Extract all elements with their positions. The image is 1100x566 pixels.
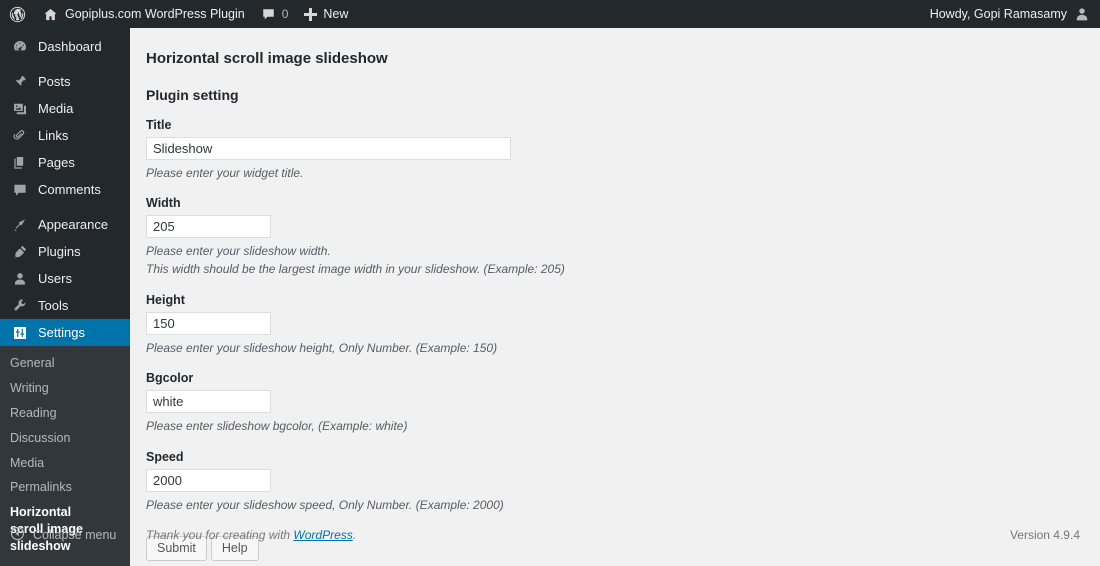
appearance-brush-icon: [10, 216, 30, 234]
submenu-item-general[interactable]: General: [0, 351, 130, 376]
site-name-label: Gopiplus.com WordPress Plugin: [65, 8, 245, 21]
sidebar-item-dashboard[interactable]: Dashboard: [0, 33, 130, 60]
admin-bar-spacer: [356, 0, 929, 28]
collapse-menu-button[interactable]: Collapse menu: [0, 520, 130, 550]
sidebar-item-label: Appearance: [38, 218, 108, 231]
sidebar-item-pages[interactable]: Pages: [0, 149, 130, 176]
sidebar-item-plugins[interactable]: Plugins: [0, 238, 130, 265]
footer-thanks: Thank you for creating with WordPress.: [146, 528, 356, 542]
comments-menu[interactable]: 0: [253, 0, 297, 28]
footer-thanks-suffix: .: [353, 528, 356, 542]
field-label-bgcolor: Bgcolor: [146, 371, 1080, 386]
field-title: Title Please enter your widget title.: [146, 118, 1080, 182]
field-hint-width-1: Please enter your slideshow width.: [146, 243, 1080, 260]
new-content-menu[interactable]: New: [296, 0, 356, 28]
width-input[interactable]: [146, 215, 271, 238]
field-hint-title: Please enter your widget title.: [146, 165, 1080, 182]
admin-footer: Thank you for creating with WordPress. V…: [130, 520, 1100, 550]
field-hint-speed: Please enter your slideshow speed, Only …: [146, 497, 1080, 514]
speed-input[interactable]: [146, 469, 271, 492]
user-avatar-icon: [1074, 6, 1090, 22]
sidebar-item-links[interactable]: Links: [0, 122, 130, 149]
field-hint-bgcolor: Please enter slideshow bgcolor, (Example…: [146, 418, 1080, 435]
section-title: Plugin setting: [146, 86, 1080, 104]
media-icon: [10, 100, 30, 118]
sidebar-item-settings[interactable]: Settings: [0, 319, 130, 346]
sidebar-item-appearance[interactable]: Appearance: [0, 211, 130, 238]
admin-sidebar-menu: Dashboard Posts Media Links Pages Commen…: [0, 28, 130, 550]
submenu-item-permalinks[interactable]: Permalinks: [0, 475, 130, 500]
title-input[interactable]: [146, 137, 511, 160]
field-bgcolor: Bgcolor Please enter slideshow bgcolor, …: [146, 371, 1080, 435]
field-hint-width-2: This width should be the largest image w…: [146, 261, 1080, 278]
sidebar-item-label: Posts: [38, 75, 71, 88]
wordpress-logo-icon: [9, 6, 26, 23]
users-icon: [10, 270, 30, 288]
tools-wrench-icon: [10, 297, 30, 315]
comment-icon: [10, 181, 30, 199]
main-content-area: Horizontal scroll image slideshow Plugin…: [130, 28, 1100, 550]
bgcolor-input[interactable]: [146, 390, 271, 413]
sidebar-item-media[interactable]: Media: [0, 95, 130, 122]
sidebar-separator: [0, 203, 130, 211]
height-input[interactable]: [146, 312, 271, 335]
pin-icon: [10, 73, 30, 91]
sidebar-item-label: Pages: [38, 156, 75, 169]
settings-form: Horizontal scroll image slideshow Plugin…: [130, 28, 1100, 561]
page-title: Horizontal scroll image slideshow: [146, 49, 1080, 69]
sidebar-item-comments[interactable]: Comments: [0, 176, 130, 203]
admin-bar: Gopiplus.com WordPress Plugin 0 New Howd…: [0, 0, 1100, 28]
field-label-speed: Speed: [146, 450, 1080, 465]
field-width: Width Please enter your slideshow width.…: [146, 196, 1080, 279]
howdy-label: Howdy, Gopi Ramasamy: [930, 7, 1067, 21]
field-label-height: Height: [146, 293, 1080, 308]
field-hint-height: Please enter your slideshow height, Only…: [146, 340, 1080, 357]
submenu-item-writing[interactable]: Writing: [0, 376, 130, 401]
sidebar-item-label: Dashboard: [38, 40, 102, 53]
submenu-item-reading[interactable]: Reading: [0, 401, 130, 426]
plus-icon: [304, 8, 317, 21]
field-speed: Speed Please enter your slideshow speed,…: [146, 450, 1080, 514]
sidebar-item-label: Settings: [38, 326, 85, 339]
footer-thanks-prefix: Thank you for creating with: [146, 528, 293, 542]
wordpress-link[interactable]: WordPress: [293, 528, 352, 542]
settings-sliders-icon: [10, 324, 30, 342]
plugins-plug-icon: [10, 243, 30, 261]
site-name-menu[interactable]: Gopiplus.com WordPress Plugin: [35, 0, 253, 28]
sidebar-item-tools[interactable]: Tools: [0, 292, 130, 319]
field-height: Height Please enter your slideshow heigh…: [146, 293, 1080, 357]
my-account-menu[interactable]: Howdy, Gopi Ramasamy: [930, 0, 1100, 28]
collapse-menu-label: Collapse menu: [33, 528, 116, 542]
submenu-item-discussion[interactable]: Discussion: [0, 426, 130, 451]
wp-version-label: Version 4.9.4: [1010, 528, 1080, 542]
submenu-item-media[interactable]: Media: [0, 451, 130, 476]
comments-count: 0: [282, 7, 289, 21]
pages-icon: [10, 154, 30, 172]
wordpress-logo-menu[interactable]: [0, 0, 35, 28]
field-label-width: Width: [146, 196, 1080, 211]
home-icon: [43, 7, 58, 22]
sidebar-item-posts[interactable]: Posts: [0, 68, 130, 95]
sidebar-item-label: Comments: [38, 183, 101, 196]
new-label: New: [323, 8, 348, 21]
sidebar-item-label: Media: [38, 102, 73, 115]
sidebar-item-label: Tools: [38, 299, 68, 312]
sidebar-item-label: Plugins: [38, 245, 81, 258]
sidebar-item-label: Links: [38, 129, 68, 142]
field-label-title: Title: [146, 118, 1080, 133]
comment-bubble-icon: [261, 7, 276, 22]
link-icon: [10, 127, 30, 145]
sidebar-item-users[interactable]: Users: [0, 265, 130, 292]
sidebar-separator: [0, 60, 130, 68]
sidebar-item-label: Users: [38, 272, 72, 285]
collapse-arrow-left-icon: [10, 526, 25, 544]
dashboard-icon: [10, 38, 30, 56]
